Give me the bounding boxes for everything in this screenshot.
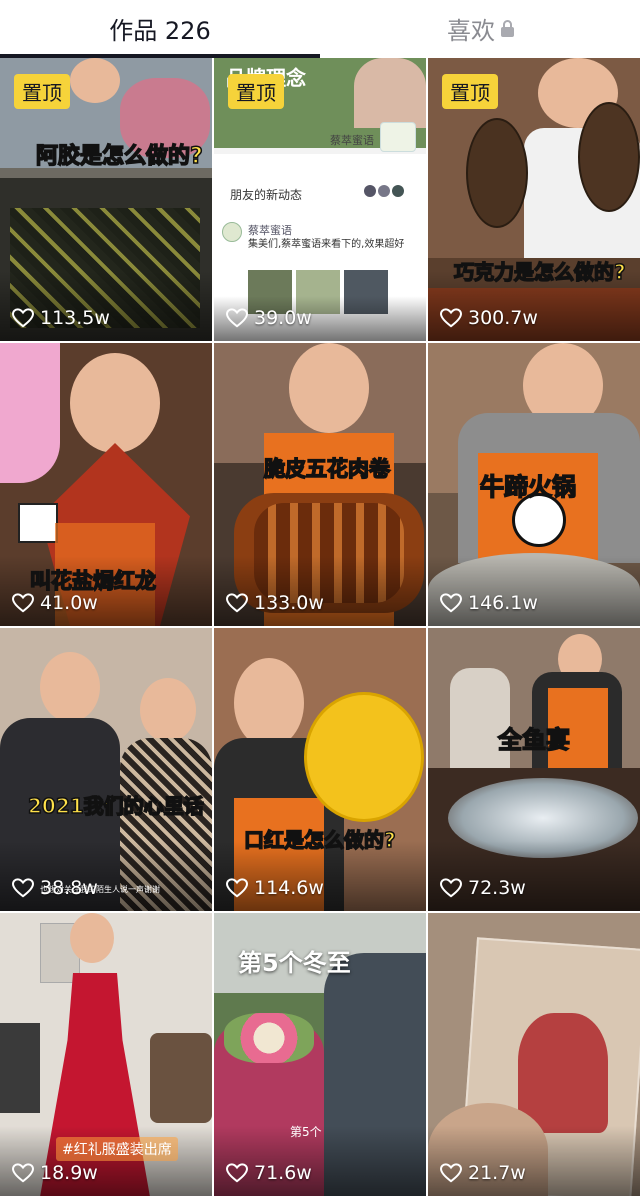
heart-outline-icon [12, 593, 34, 613]
video-caption: 牛蹄火锅 [479, 472, 577, 502]
heart-outline-icon [440, 593, 462, 613]
heart-outline-icon [440, 308, 462, 328]
like-count: 38.8w [12, 877, 98, 899]
like-count: 113.5w [12, 307, 110, 329]
heart-outline-icon [226, 308, 248, 328]
video-tile[interactable]: #红礼服盛装出席 18.9w [0, 913, 212, 1196]
video-caption: 阿胶是怎么做的? [35, 143, 203, 170]
video-caption: 叫花盐焗红龙 [29, 568, 157, 594]
tab-works[interactable]: 作品 226 [0, 0, 320, 56]
video-tile[interactable]: 第5个冬至 第5个 71.6w [214, 913, 426, 1196]
like-count: 72.3w [440, 877, 526, 899]
like-count: 146.1w [440, 592, 538, 614]
lock-icon [501, 19, 514, 37]
pinned-badge: 置顶 [14, 74, 70, 109]
like-count: 71.6w [226, 1162, 312, 1184]
heart-outline-icon [12, 878, 34, 898]
video-tile[interactable]: 置顶 阿胶是怎么做的? 113.5w [0, 58, 212, 341]
feed-title: 朋友的新动态 [230, 188, 303, 202]
like-count-value: 133.0w [254, 592, 324, 614]
video-tile[interactable]: 全鱼宴 72.3w [428, 628, 640, 911]
tab-likes[interactable]: 喜欢 [320, 0, 641, 56]
heart-outline-icon [12, 1163, 34, 1183]
video-tile[interactable]: 牛蹄火锅 146.1w [428, 343, 640, 626]
video-tile[interactable]: 21.7w [428, 913, 640, 1196]
video-tile[interactable]: 叫花盐焗红龙 41.0w [0, 343, 212, 626]
video-caption: 巧克力是怎么做的? [453, 259, 626, 285]
post-author: 蔡萃蜜语 [248, 224, 292, 237]
like-count: 133.0w [226, 592, 324, 614]
like-count-value: 300.7w [468, 307, 538, 329]
video-tile[interactable]: 脆皮五花肉卷 133.0w [214, 343, 426, 626]
like-count: 18.9w [12, 1162, 98, 1184]
like-count-value: 71.6w [254, 1162, 312, 1184]
like-count-value: 72.3w [468, 877, 526, 899]
video-grid: 置顶 阿胶是怎么做的? 113.5w 品牌理念 蔡萃蜜语 朋友的新动态 蔡萃蜜语… [0, 58, 641, 1197]
like-count-value: 38.8w [40, 877, 98, 899]
like-count-value: 21.7w [468, 1162, 526, 1184]
video-caption: 第5个冬至 [238, 949, 351, 977]
video-caption: 口红是怎么做的? [243, 827, 396, 853]
like-count-value: 41.0w [40, 592, 98, 614]
video-caption: #红礼服盛装出席 [56, 1137, 178, 1161]
like-count-value: 39.0w [254, 307, 312, 329]
like-count: 114.6w [226, 877, 324, 899]
heart-outline-icon [226, 593, 248, 613]
profile-tab-bar: 作品 226 喜欢 [0, 0, 641, 58]
video-tile[interactable]: 品牌理念 蔡萃蜜语 朋友的新动态 蔡萃蜜语 集美们,蔡萃蜜语来看下的,效果超好 … [214, 58, 426, 341]
like-count: 41.0w [12, 592, 98, 614]
heart-outline-icon [12, 308, 34, 328]
heart-outline-icon [226, 1163, 248, 1183]
video-tile[interactable]: 置顶 巧克力是怎么做的? 300.7w [428, 58, 640, 341]
like-count: 39.0w [226, 307, 312, 329]
pinned-badge: 置顶 [228, 74, 284, 109]
video-caption: 全鱼宴 [497, 725, 571, 755]
post-text: 集美们,蔡萃蜜语来看下的,效果超好 [248, 239, 405, 250]
video-tile[interactable]: 2021我们的心里话 也想对关注我的陌生人说一声谢谢 38.8w [0, 628, 212, 911]
heart-outline-icon [440, 878, 462, 898]
heart-outline-icon [226, 878, 248, 898]
like-count-value: 146.1w [468, 592, 538, 614]
pinned-badge: 置顶 [442, 74, 498, 109]
video-caption: 脆皮五花肉卷 [263, 456, 391, 482]
account-name: 蔡萃蜜语 [330, 134, 374, 147]
like-count-value: 113.5w [40, 307, 110, 329]
tab-likes-label: 喜欢 [447, 16, 495, 45]
like-count-value: 114.6w [254, 877, 324, 899]
like-count-value: 18.9w [40, 1162, 98, 1184]
video-caption: 2021我们的心里话 [27, 793, 204, 819]
video-subtitle: 第5个 [290, 1125, 322, 1139]
like-count: 21.7w [440, 1162, 526, 1184]
like-count: 300.7w [440, 307, 538, 329]
heart-outline-icon [440, 1163, 462, 1183]
video-tile[interactable]: 口红是怎么做的? 114.6w [214, 628, 426, 911]
tab-works-label: 作品 226 [109, 16, 211, 45]
